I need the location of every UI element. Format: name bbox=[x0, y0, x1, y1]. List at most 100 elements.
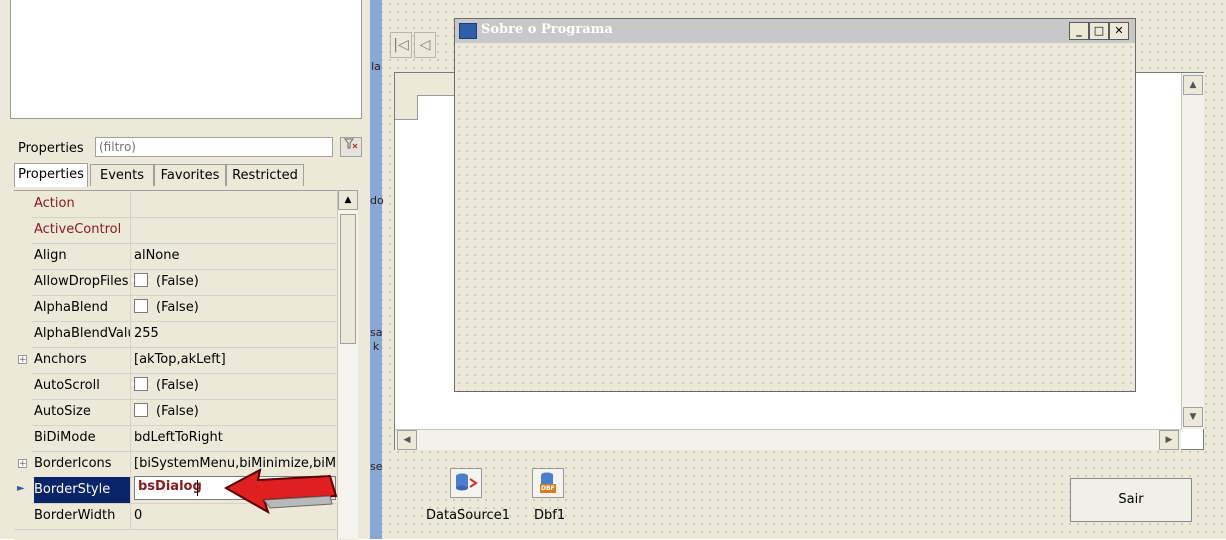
property-name: BiDiMode bbox=[34, 425, 131, 451]
minimize-icon[interactable]: _ bbox=[1069, 22, 1089, 40]
tab-properties[interactable]: Properties bbox=[14, 163, 88, 187]
property-row-action[interactable]: Action bbox=[14, 191, 336, 218]
datasource-component-icon[interactable] bbox=[450, 468, 482, 498]
row-gutter bbox=[14, 243, 32, 269]
property-value[interactable]: alNone bbox=[134, 243, 336, 269]
expand-plus-icon[interactable]: + bbox=[18, 355, 27, 365]
scroll-up-icon[interactable]: ▲ bbox=[1183, 75, 1203, 95]
property-value-text: (False) bbox=[156, 300, 199, 315]
expand-plus-icon[interactable]: + bbox=[18, 459, 27, 469]
row-gutter: + bbox=[14, 451, 32, 477]
property-name: AutoSize bbox=[34, 399, 131, 425]
tab-events[interactable]: Events bbox=[90, 164, 154, 186]
maximize-icon[interactable]: □ bbox=[1089, 22, 1109, 40]
property-value[interactable]: [akTop,akLeft] bbox=[134, 347, 336, 373]
dialog-title: Sobre o Programa bbox=[481, 22, 613, 37]
sair-button[interactable]: Sair bbox=[1070, 478, 1192, 522]
close-icon[interactable]: ✕ bbox=[1109, 22, 1129, 40]
dbf-component-icon[interactable]: DBF bbox=[532, 468, 564, 498]
row-gutter: ► bbox=[14, 477, 32, 503]
property-name: AutoScroll bbox=[34, 373, 131, 399]
about-dialog-form[interactable]: Sobre o Programa _ □ ✕ bbox=[454, 18, 1136, 392]
text-caret bbox=[197, 480, 198, 496]
property-value[interactable] bbox=[134, 217, 336, 243]
db-navigator: |◁ ◁ bbox=[390, 28, 450, 62]
property-name: Action bbox=[34, 191, 131, 217]
scroll-up-icon[interactable]: ▲ bbox=[338, 190, 358, 210]
property-name: BorderIcons bbox=[34, 451, 131, 477]
object-inspector: Properties Properties Events Favorites R… bbox=[0, 0, 370, 540]
checkbox[interactable] bbox=[134, 403, 148, 417]
property-row-alphablendvalue[interactable]: AlphaBlendValu 255 bbox=[14, 321, 336, 348]
property-value[interactable] bbox=[134, 191, 336, 217]
property-value-text: (False) bbox=[156, 378, 199, 393]
property-value-text: (False) bbox=[156, 274, 199, 289]
window-icon bbox=[459, 23, 477, 39]
component-label: Dbf1 bbox=[534, 508, 566, 523]
clear-filter-icon[interactable] bbox=[340, 137, 362, 157]
property-value[interactable]: (False) bbox=[134, 295, 336, 321]
row-gutter bbox=[14, 191, 32, 217]
dialog-title-bar[interactable]: Sobre o Programa _ □ ✕ bbox=[455, 19, 1135, 43]
tab-restricted[interactable]: Restricted bbox=[226, 164, 304, 186]
property-row-bidimode[interactable]: BiDiMode bdLeftToRight bbox=[14, 425, 336, 452]
properties-filter-input[interactable] bbox=[95, 137, 333, 157]
strip-text: se bbox=[370, 460, 383, 473]
strip-text: do bbox=[370, 194, 384, 207]
property-row-align[interactable]: Align alNone bbox=[14, 243, 336, 270]
row-gutter bbox=[14, 217, 32, 243]
property-row-allowdropfiles[interactable]: AllowDropFiles (False) bbox=[14, 269, 336, 296]
property-row-anchors[interactable]: + Anchors [akTop,akLeft] bbox=[14, 347, 336, 374]
property-name: Anchors bbox=[34, 347, 131, 373]
properties-filter-row: Properties bbox=[10, 136, 362, 160]
row-gutter bbox=[14, 425, 32, 451]
row-gutter bbox=[14, 321, 32, 347]
checkbox[interactable] bbox=[134, 273, 148, 287]
red-arrow-annotation-icon bbox=[223, 468, 338, 515]
property-value[interactable]: (False) bbox=[134, 399, 336, 425]
strip-text: k bbox=[372, 340, 380, 353]
row-gutter bbox=[14, 399, 32, 425]
tab-favorites[interactable]: Favorites bbox=[154, 164, 226, 186]
properties-filter-label: Properties bbox=[18, 141, 84, 156]
prior-record-icon[interactable]: ◁ bbox=[414, 32, 436, 58]
background-window-strip: la do sa k se bbox=[370, 0, 384, 539]
property-value[interactable]: (False) bbox=[134, 269, 336, 295]
first-record-icon[interactable]: |◁ bbox=[390, 32, 412, 58]
grid-column-header[interactable] bbox=[417, 73, 458, 96]
property-row-autosize[interactable]: AutoSize (False) bbox=[14, 399, 336, 426]
property-name: ActiveControl bbox=[34, 217, 131, 243]
property-row-alphablend[interactable]: AlphaBlend (False) bbox=[14, 295, 336, 322]
grid-corner-cell bbox=[395, 73, 418, 96]
form-designer[interactable]: la do sa k se |◁ ◁ ▲ ▼ ◀ ▶ Sobre o Progr… bbox=[370, 0, 1226, 539]
property-name: AlphaBlend bbox=[34, 295, 131, 321]
strip-text: sa bbox=[370, 326, 383, 339]
row-gutter bbox=[14, 269, 32, 295]
row-gutter bbox=[14, 503, 32, 529]
grid-vertical-scrollbar[interactable]: ▲ ▼ bbox=[1181, 73, 1204, 429]
borderstyle-value-text: bsDialog bbox=[138, 479, 202, 494]
property-value[interactable]: 255 bbox=[134, 321, 336, 347]
grid-horizontal-scrollbar[interactable]: ◀ ▶ bbox=[395, 429, 1181, 450]
grid-row-indicator[interactable] bbox=[395, 95, 418, 120]
property-value[interactable]: (False) bbox=[134, 373, 336, 399]
property-grid-scrollbar[interactable]: ▲ bbox=[337, 190, 358, 539]
property-name: BorderWidth bbox=[34, 503, 131, 529]
scroll-down-icon[interactable]: ▼ bbox=[1183, 407, 1203, 427]
property-value[interactable]: bdLeftToRight bbox=[134, 425, 336, 451]
checkbox[interactable] bbox=[134, 299, 148, 313]
property-name: Align bbox=[34, 243, 131, 269]
component-tree-panel[interactable] bbox=[10, 0, 362, 119]
component-label: DataSource1 bbox=[426, 508, 510, 523]
scroll-left-icon[interactable]: ◀ bbox=[397, 430, 417, 450]
checkbox[interactable] bbox=[134, 377, 148, 391]
property-row-autoscroll[interactable]: AutoScroll (False) bbox=[14, 373, 336, 400]
dbf-badge: DBF bbox=[541, 485, 555, 492]
scrollbar-thumb[interactable] bbox=[340, 214, 356, 344]
row-gutter bbox=[14, 295, 32, 321]
row-gutter: + bbox=[14, 347, 32, 373]
property-row-activecontrol[interactable]: ActiveControl bbox=[14, 217, 336, 244]
scroll-right-icon[interactable]: ▶ bbox=[1159, 430, 1179, 450]
property-value-text: (False) bbox=[156, 404, 199, 419]
row-gutter bbox=[14, 373, 32, 399]
